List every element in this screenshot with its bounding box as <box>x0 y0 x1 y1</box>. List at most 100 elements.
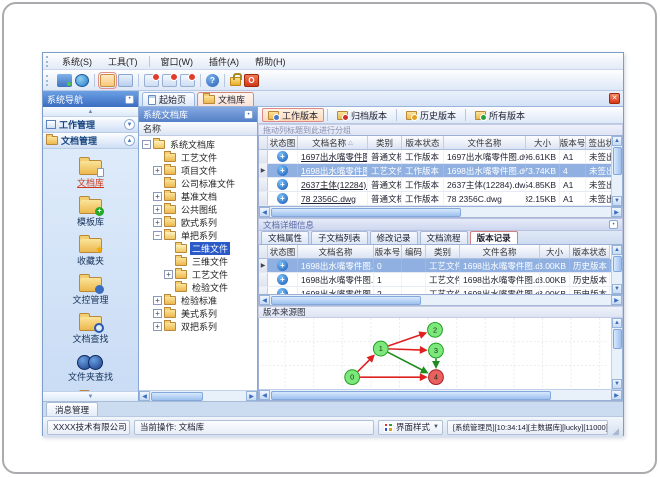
version-node-3[interactable]: 3 <box>428 342 444 359</box>
column-header-文件名称[interactable]: 文件名称 <box>460 245 540 259</box>
table-row[interactable]: +78 2356C.dwg 普通文档工作版本 78 2356C.dwg 182.15K… <box>259 192 611 206</box>
scroll-left-icon[interactable]: ◀ <box>259 295 270 305</box>
sidebar-item-文档查找[interactable]: 文档查找 <box>72 312 109 344</box>
tree-item-基准文档[interactable]: + 基准文档 <box>139 190 257 203</box>
table-row[interactable]: ▶+1698出水嘴零件图.dwg0工艺文件1698出水嘴零件图.dwg73.00… <box>259 259 611 273</box>
scroll-thumb[interactable] <box>271 295 421 305</box>
ui-style-selector[interactable]: 界面样式 ▼ <box>377 419 443 435</box>
sidebar-item-文件夹查找[interactable]: 文件夹查找 <box>68 351 113 382</box>
scroll-down-icon[interactable]: ▼ <box>612 196 622 206</box>
column-header-状态图[interactable]: 状态图 <box>268 245 298 259</box>
tree-item-检验文件[interactable]: 检验文件 <box>139 281 257 294</box>
tab-文档流程[interactable]: 文档流程 <box>419 231 468 244</box>
scroll-up-icon[interactable]: ▲ <box>612 136 622 146</box>
version-node-2[interactable]: 2 <box>427 321 443 338</box>
table-row[interactable]: ▶+1698出水嘴零件图.dwg工艺文件工作版本1698出水嘴零件图.dwg73… <box>259 164 611 178</box>
sidebar-group-header[interactable]: 工作管理 ▼ <box>43 117 138 133</box>
tree-item-公司标准文件[interactable]: 公司标准文件 <box>139 177 257 190</box>
tab-修改记录[interactable]: 修改记录 <box>369 231 418 244</box>
scroll-right-icon[interactable]: ▶ <box>246 391 257 401</box>
sidebar-item-文控管理[interactable]: 文控管理 <box>72 273 109 305</box>
scroll-down-icon[interactable]: ▼ <box>612 379 622 389</box>
tab-文档属性[interactable]: 文档属性 <box>261 231 310 244</box>
column-header-文件名称[interactable]: 文件名称 <box>444 136 526 150</box>
help-icon[interactable]: ? <box>206 73 219 87</box>
globe-icon[interactable] <box>75 73 89 87</box>
scroll-left-icon[interactable]: ◀ <box>259 390 270 400</box>
tree-item-检验标准[interactable]: + 检验标准 <box>139 294 257 307</box>
table-row[interactable]: +1698出水嘴零件图.dwg2工艺文件1698出水嘴零件图.dwg73.00K… <box>259 287 611 294</box>
tab-message-management[interactable]: 消息管理 <box>46 402 99 416</box>
column-header-文档名称[interactable]: 文档名称 △ <box>298 136 368 150</box>
column-header-签出状态[interactable]: 签出状态 <box>586 136 611 150</box>
column-header-版本状态[interactable]: 版本状态 <box>570 245 610 259</box>
sidebar-item-文档库[interactable]: 文档库 <box>77 156 104 188</box>
scroll-up-icon[interactable]: ▲ <box>612 245 622 255</box>
expand-icon[interactable]: + <box>153 205 162 214</box>
button-工作版本[interactable]: 工作版本 <box>262 108 325 122</box>
tree-item-单把系列[interactable]: − 单把系列 <box>139 229 257 242</box>
tree-item-双把系列[interactable]: + 双把系列 <box>139 320 257 333</box>
expand-icon[interactable]: + <box>153 296 162 305</box>
menu-item[interactable]: 窗口(W) <box>153 53 202 70</box>
tab-子文档列表[interactable]: 子文档列表 <box>311 231 368 244</box>
column-header-大小[interactable]: 大小 <box>526 136 560 150</box>
version-node-1[interactable]: 1 <box>372 340 389 357</box>
tree-item-三维文件[interactable]: 三维文件 <box>139 255 257 268</box>
tree-hscrollbar[interactable]: ◀ ▶ <box>139 390 257 401</box>
expand-icon[interactable]: + <box>153 192 162 201</box>
doc-close-icon[interactable] <box>144 72 160 87</box>
expand-icon[interactable]: + <box>153 218 162 227</box>
tree-item-欧式系列[interactable]: + 欧式系列 <box>139 216 257 229</box>
scroll-thumb[interactable] <box>612 329 622 349</box>
tree-item-工艺文件[interactable]: + 工艺文件 <box>139 268 257 281</box>
menu-item[interactable]: 帮助(H) <box>247 53 294 70</box>
scroll-right-icon[interactable]: ▶ <box>611 207 622 217</box>
lock-icon[interactable] <box>230 73 242 86</box>
tab-版本记录[interactable]: 版本记录 <box>469 231 518 244</box>
scroll-right-icon[interactable]: ▶ <box>611 295 622 305</box>
graph-vscrollbar[interactable]: ▲ ▼ <box>611 318 622 389</box>
scroll-thumb[interactable] <box>271 390 551 400</box>
table-row[interactable]: +1698出水嘴零件图.dwg1工艺文件1698出水嘴零件图.dwg73.00K… <box>259 273 611 287</box>
menu-item[interactable]: 工具(T) <box>100 53 146 70</box>
table-row[interactable]: +2637主体(12284).dwg 普通文档工作版本 2637主体(12284).… <box>259 178 611 192</box>
tree-item-二维文件[interactable]: 二维文件 <box>139 242 257 255</box>
tree-item-美式系列[interactable]: + 美式系列 <box>139 307 257 320</box>
column-header-版本号[interactable]: 版本号 <box>374 245 402 259</box>
expand-icon[interactable]: + <box>153 322 162 331</box>
tab-文档库[interactable]: 文档库 <box>197 92 255 106</box>
sidebar-item-模板库[interactable]: + 模板库 <box>77 195 104 227</box>
system-icon[interactable] <box>57 73 72 87</box>
table-row[interactable]: +1697出水嘴零件图.dwg普通文档工作版本1697出水嘴零件图.dwg96.… <box>259 150 611 164</box>
resize-grip[interactable]: ◢ <box>612 426 619 437</box>
doc-stop-icon[interactable] <box>180 72 196 87</box>
expand-icon[interactable]: + <box>153 166 162 175</box>
tab-起始页[interactable]: 起始页 <box>142 92 196 106</box>
column-header-大小[interactable]: 大小 <box>540 245 570 259</box>
scroll-thumb[interactable] <box>271 207 461 217</box>
tree-item-工艺文件[interactable]: 工艺文件 <box>139 151 257 164</box>
tree-item-公共图纸[interactable]: + 公共图纸 <box>139 203 257 216</box>
pin-icon[interactable]: • <box>244 110 253 119</box>
column-header-版本状态[interactable]: 版本状态 <box>402 136 444 150</box>
column-header-状态图[interactable]: 状态图 <box>268 136 298 150</box>
folder-window-icon[interactable] <box>98 71 117 89</box>
sidebar-collapse-strip[interactable]: ▲ <box>43 107 138 117</box>
grid-hscrollbar[interactable]: ◀ ▶ <box>258 207 623 218</box>
doc-export-icon[interactable] <box>162 72 178 87</box>
sidebar-group-header[interactable]: 文档管理 ▲ <box>43 133 138 149</box>
close-tab-icon[interactable]: ✕ <box>609 93 620 104</box>
graph-hscrollbar[interactable]: ◀ ▶ <box>259 389 622 400</box>
column-header-文档名称[interactable]: 文档名称 <box>298 245 374 259</box>
menu-item[interactable]: 插件(A) <box>201 53 247 70</box>
column-header-类别[interactable]: 类别 <box>368 136 402 150</box>
version-node-0[interactable]: 0 <box>344 369 361 386</box>
scroll-left-icon[interactable]: ◀ <box>259 207 270 217</box>
scroll-left-icon[interactable]: ◀ <box>139 391 150 401</box>
pin-icon[interactable]: • <box>125 94 134 104</box>
chevron-down-icon[interactable]: ▼ <box>124 119 135 130</box>
pin-icon[interactable]: • <box>609 220 618 229</box>
grid-vscrollbar[interactable]: ▲ ▼ <box>611 245 622 294</box>
scroll-right-icon[interactable]: ▶ <box>611 390 622 400</box>
